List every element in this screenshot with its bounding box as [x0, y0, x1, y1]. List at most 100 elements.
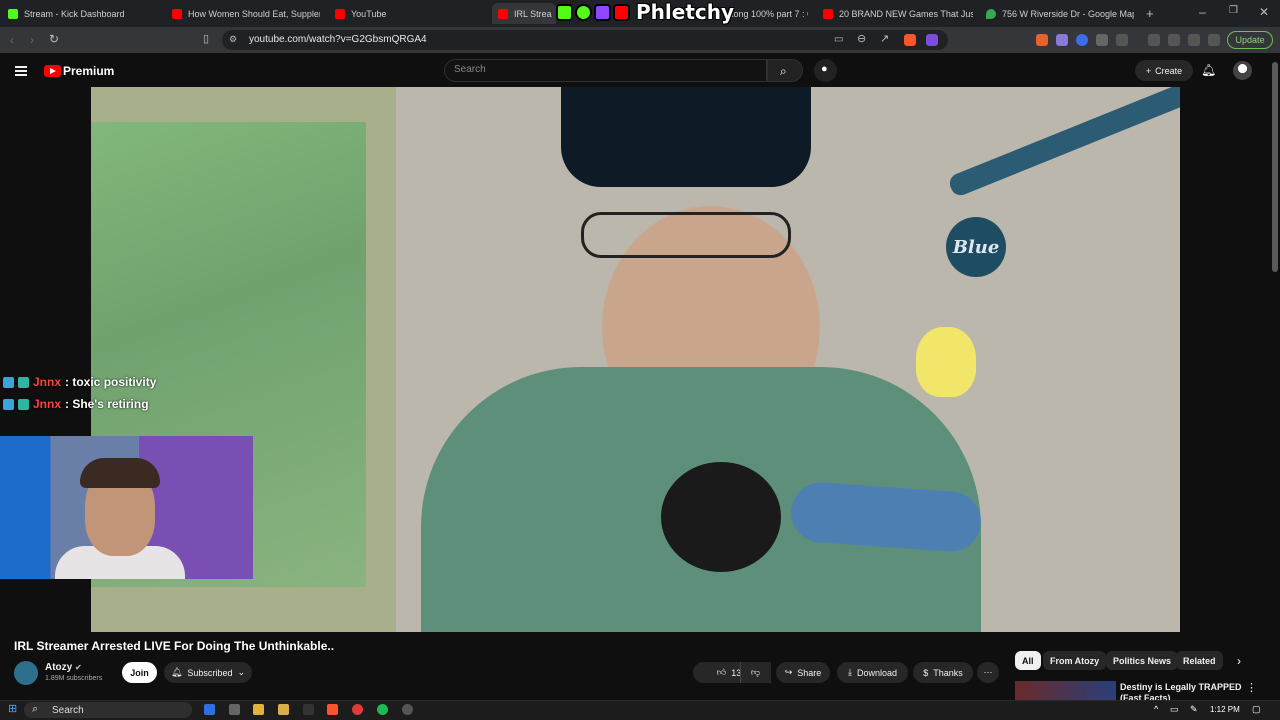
youtube-premium-label[interactable]: Premium	[63, 64, 114, 78]
notification-center-icon[interactable]: ▢	[1252, 705, 1261, 714]
channel-name[interactable]: Atozy ✔	[45, 662, 82, 673]
chat-message: Jnnx : toxic positivity	[3, 375, 156, 389]
host-cap	[561, 87, 811, 187]
brave-shield-icon[interactable]	[904, 34, 916, 46]
site-info-icon[interactable]: ⚙	[229, 35, 237, 44]
recording-app-icon[interactable]	[352, 704, 363, 715]
tab-title: 20 BRAND NEW Games That Just Ge	[839, 8, 973, 19]
display-icon[interactable]: ▭	[1170, 705, 1179, 714]
folder-icon[interactable]	[278, 704, 289, 715]
chevron-right-icon[interactable]: ›	[1237, 655, 1241, 667]
chip-related[interactable]: Related	[1176, 651, 1223, 670]
host-glasses	[581, 212, 791, 258]
tab-new-games[interactable]: 20 BRAND NEW Games That Just Ge	[823, 3, 973, 24]
close-window-icon[interactable]: ✕	[1259, 6, 1269, 18]
youtube-overlay-icon	[613, 3, 630, 21]
forward-arrow-icon[interactable]: ›	[30, 34, 34, 46]
download-button[interactable]: ⤓ Download	[837, 662, 908, 683]
obs-icon[interactable]	[402, 704, 413, 715]
back-arrow-icon[interactable]: ‹	[10, 34, 14, 46]
notifications-bell-icon[interactable]: 🔔︎	[1201, 63, 1216, 77]
tab-youtube-women-eat[interactable]: How Women Should Eat, Supplemen	[172, 3, 320, 24]
hamburger-menu-icon[interactable]	[15, 66, 27, 76]
extensions-puzzle-icon[interactable]	[1096, 34, 1108, 46]
zoom-icon[interactable]: ⊖	[857, 34, 866, 45]
file-explorer-icon[interactable]	[253, 704, 264, 715]
youtube-icon	[498, 8, 508, 19]
tray-chevron-up-icon[interactable]: ^	[1154, 705, 1158, 714]
settings-gear-icon[interactable]	[229, 704, 240, 715]
brave-rewards-icon[interactable]	[926, 34, 938, 46]
thanks-button[interactable]: $ Thanks	[913, 662, 973, 683]
dislike-button[interactable]: 👎︎	[740, 662, 770, 683]
download-label: Download	[856, 667, 897, 678]
bell-icon: 🔔︎	[170, 667, 183, 677]
new-tab-plus-icon[interactable]: +	[1146, 7, 1154, 20]
page-scrollbar[interactable]	[1272, 62, 1278, 272]
tab-wukong-part7[interactable]: ukong 100% part 7 : C	[724, 3, 808, 24]
video-player[interactable]: Blue	[91, 87, 1180, 632]
taskbar-search-icon: ⌕	[32, 703, 39, 715]
plus-icon: +	[1145, 65, 1152, 76]
tab-irl-streamer-active[interactable]: IRL Strea	[492, 3, 556, 24]
pen-icon[interactable]: ✎	[1190, 705, 1198, 714]
chip-label: From Atozy	[1050, 655, 1100, 666]
rumble-overlay-icon	[575, 3, 592, 21]
more-vertical-icon[interactable]: ⋮	[1246, 683, 1257, 694]
voice-search-button[interactable]: ●	[814, 59, 837, 82]
related-video-title[interactable]: Destiny is Legally TRAPPED (Fast Facts)	[1120, 682, 1250, 702]
tab-title: ukong 100% part 7 : C	[724, 8, 808, 19]
kick-icon	[8, 8, 18, 19]
video-title: IRL Streamer Arrested LIVE For Doing The…	[14, 639, 335, 653]
youtube-icon	[335, 8, 345, 19]
youtube-logo-icon[interactable]	[44, 65, 61, 77]
create-button[interactable]: + Create	[1135, 60, 1193, 81]
thumbs-up-icon: 👍︎	[716, 667, 727, 677]
chip-from-atozy[interactable]: From Atozy	[1043, 651, 1107, 670]
share-page-icon[interactable]: ↗	[880, 34, 889, 45]
taskbar-clock[interactable]: 1:12 PM	[1210, 705, 1240, 714]
related-video-thumbnail[interactable]	[1015, 681, 1116, 701]
search-button[interactable]: ⌕	[767, 59, 803, 82]
extension-fox-icon[interactable]	[1036, 34, 1048, 46]
terminal-icon[interactable]	[303, 704, 314, 715]
chip-politics-news[interactable]: Politics News	[1106, 651, 1179, 670]
reload-icon[interactable]: ↻	[49, 33, 59, 45]
maximize-icon[interactable]: ❐	[1229, 6, 1238, 16]
account-avatar[interactable]	[1233, 61, 1252, 80]
share-button[interactable]: ↪ Share	[776, 662, 830, 683]
extension-cloud-icon[interactable]	[1056, 34, 1068, 46]
chip-all[interactable]: All	[1015, 651, 1041, 670]
screenshot-icon[interactable]	[1116, 34, 1128, 46]
search-box[interactable]	[444, 59, 767, 82]
taskbar-search[interactable]: Search	[24, 702, 192, 718]
media-control-icon[interactable]	[1148, 34, 1160, 46]
windows-start-icon[interactable]: ⊞	[8, 704, 17, 715]
browser-update-button[interactable]: Update	[1227, 31, 1273, 49]
extension-circle-icon[interactable]	[1076, 34, 1088, 46]
sidebar-toggle-icon[interactable]	[1168, 34, 1180, 46]
streamer-webcam	[0, 436, 253, 579]
cast-icon[interactable]: ▭	[834, 35, 843, 45]
chat-username: Jnnx	[33, 375, 62, 389]
tab-google-maps[interactable]: 756 W Riverside Dr - Google Maps	[986, 3, 1134, 24]
join-button[interactable]: Join	[122, 662, 157, 683]
update-label: Update	[1235, 35, 1265, 45]
tab-title: IRL Strea	[514, 8, 552, 19]
microphone-foam	[661, 462, 781, 572]
vpn-icon[interactable]	[1208, 34, 1220, 46]
url-text[interactable]: youtube.com/watch?v=G2GbsmQRGA4	[249, 34, 427, 45]
more-actions-button[interactable]: ⋯	[977, 662, 999, 683]
spotify-icon[interactable]	[377, 704, 388, 715]
minimize-icon[interactable]: –	[1199, 6, 1206, 18]
search-input[interactable]: Search	[454, 64, 486, 75]
subscribed-button[interactable]: 🔔︎ Subscribed ⌄	[164, 662, 252, 683]
tab-youtube-home[interactable]: YouTube	[335, 3, 483, 24]
bookmark-icon[interactable]: ▯	[203, 34, 209, 45]
copilot-icon[interactable]	[204, 704, 215, 715]
brave-browser-icon[interactable]	[327, 704, 338, 715]
tab-kick-dashboard[interactable]: Stream - Kick Dashboard	[8, 3, 168, 24]
leo-ai-icon[interactable]	[1188, 34, 1200, 46]
chip-label: Related	[1183, 655, 1216, 666]
channel-avatar[interactable]	[14, 661, 38, 685]
